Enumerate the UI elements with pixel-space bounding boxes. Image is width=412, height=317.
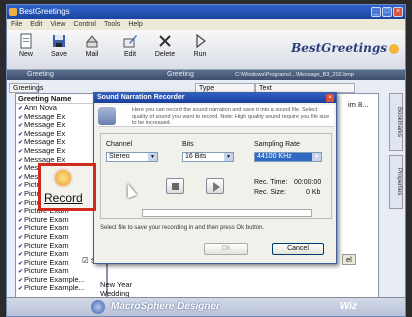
bits-value: 16 Bits [185,153,207,160]
dialog-description: Here you can record the sound narration … [98,105,334,127]
footer-wiz: Wiz [339,301,357,312]
bits-label: Bits [182,141,194,148]
play-icon [213,182,220,192]
mail-icon [85,35,99,48]
sampling-rate-value: 44100 KHz [257,153,292,160]
stop-button[interactable] [166,178,184,194]
cancel-button[interactable]: Cancel [272,243,324,255]
new-doc-icon [20,33,32,49]
save-button[interactable]: Save [44,33,74,58]
tab-greeting[interactable]: Greeting [27,70,54,80]
sound-recorder-dialog: Sound Narration Recorder × Here you can … [93,92,337,264]
menu-help[interactable]: Help [128,19,142,30]
dialog-title: Sound Narration Recorder [94,93,336,103]
floppy-icon [53,35,65,47]
channel-label: Channel [106,141,133,148]
record-label: Record [44,191,83,205]
app-icon [9,8,17,16]
tab-bar: Greeting Greeting C:\Windows\Programs\..… [7,70,405,80]
chevron-down-icon: ▼ [224,153,233,161]
channel-select[interactable]: Stereo ▼ [106,152,158,162]
row-new-year[interactable]: New Year [100,280,132,289]
ok-button[interactable]: Ok [204,243,248,255]
record-dot-icon [55,170,71,186]
menu-control[interactable]: Control [73,19,96,30]
greetings-tab[interactable]: Greetings [9,83,43,93]
bookmarks-side-tab[interactable]: Bookmarks [389,93,403,151]
chevron-down-icon: ▼ [148,153,157,161]
delete-button[interactable]: Delete [150,33,180,58]
toolbar: New Save Mail Edit Delete Run BestGreeti… [7,30,405,70]
minimize-button[interactable]: _ [371,7,381,17]
properties-side-tab[interactable]: Properties [389,155,403,209]
rec-size-label: Rec. Size: [254,189,286,196]
footer-product: MacroSphere Designer [111,301,220,312]
tab-greeting-2[interactable]: Greeting [167,70,194,80]
list-item-label: Picture Example... [24,283,85,293]
edit-icon [123,35,137,48]
bits-select[interactable]: 16 Bits ▼ [182,152,234,162]
microphone-icon [98,107,116,125]
run-icon [196,33,206,49]
sampling-rate-select[interactable]: 44100 KHz ▼ [254,152,322,162]
record-button[interactable]: Record [38,163,96,211]
window-title: BestGreetings [19,7,70,16]
title-bar: BestGreetings _ □ × [7,5,405,19]
new-label: New [18,51,33,58]
stop-icon [172,183,179,190]
file-path-field[interactable] [142,209,312,217]
edit-label: Edit [123,51,137,58]
dialog-info: Select file to save your recording in an… [100,225,265,231]
brand-ball-icon [389,43,399,54]
macrosphere-logo-icon [91,300,105,314]
list-item[interactable]: ✔Picture Example... [16,284,106,293]
run-label: Run [193,51,207,58]
text-cell: im 8... [348,100,369,109]
menu-tools[interactable]: Tools [104,19,120,30]
delete-icon [159,35,171,47]
menu-file[interactable]: File [11,19,22,30]
dialog-close-button[interactable]: × [326,94,334,102]
edit-button[interactable]: Edit [115,33,145,58]
maximize-button[interactable]: □ [382,7,392,17]
footer-bar: MacroSphere Designer Wiz [7,297,405,316]
menu-bar: File Edit View Control Tools Help [7,19,405,30]
file-path: C:\Windows\Programs\...\Message_B3_202.b… [235,72,354,78]
rec-size-value: 0 Kb [306,189,321,196]
new-button[interactable]: New [11,33,41,58]
menu-view[interactable]: View [50,19,65,30]
rec-time-label: Rec. Time: [254,179,288,186]
cancel-button-bg[interactable]: el [342,254,356,265]
play-button[interactable] [206,178,224,194]
mail-button[interactable]: Mail [77,33,107,58]
close-button[interactable]: × [393,7,403,17]
save-label: Save [51,51,67,58]
chevron-down-icon: ▼ [312,153,321,161]
sampling-rate-label: Sampling Rate [254,141,300,148]
run-button[interactable]: Run [185,33,215,58]
brand-text: BestGreetings [291,41,387,55]
mail-label: Mail [85,51,99,58]
delete-label: Delete [154,51,176,58]
channel-value: Stereo [109,153,130,160]
brand-logo: BestGreetings [291,41,399,55]
menu-edit[interactable]: Edit [30,19,42,30]
rec-time-value: 00:00:00 [294,179,322,186]
